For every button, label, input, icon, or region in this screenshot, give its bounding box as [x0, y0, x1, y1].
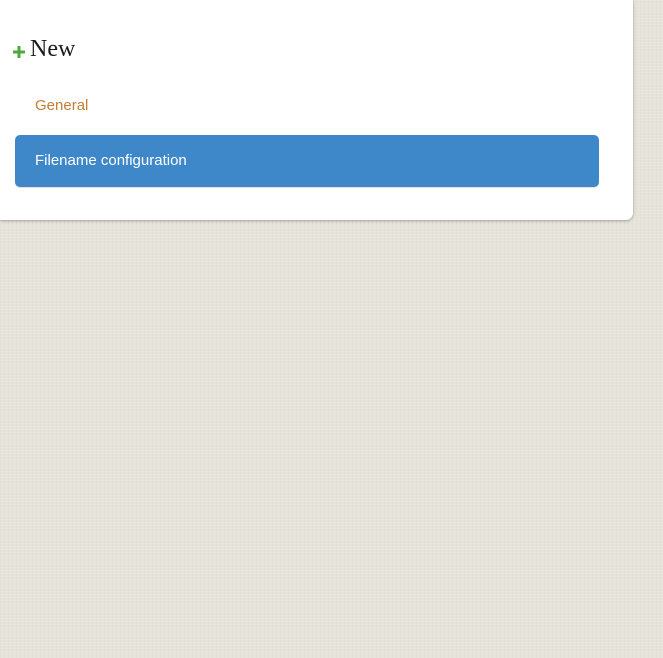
plus-icon [13, 45, 25, 58]
menu-item-filename-configuration[interactable]: Filename configuration [15, 135, 599, 187]
new-label: New [30, 36, 76, 62]
new-button[interactable]: New [13, 34, 75, 64]
menu-panel: New General Filename configuration [0, 0, 633, 220]
menu-item-label: Filename configuration [35, 152, 187, 169]
menu-item-general[interactable]: General [35, 96, 88, 116]
